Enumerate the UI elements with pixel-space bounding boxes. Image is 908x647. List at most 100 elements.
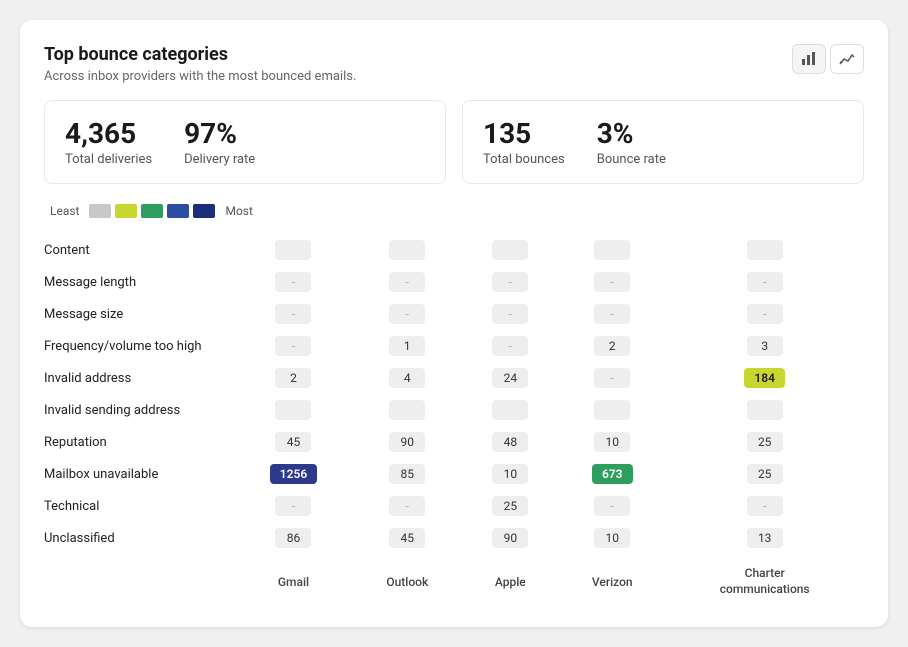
cell: 13 <box>747 528 783 548</box>
row-label: Unclassified <box>44 522 234 554</box>
cell: 86 <box>275 528 311 548</box>
table-row: Invalid sending address <box>44 394 864 426</box>
cell: - <box>594 304 630 324</box>
cell: 1 <box>389 336 425 356</box>
cell: - <box>492 336 528 356</box>
cell: - <box>594 272 630 292</box>
col-header-verizon: Verizon <box>559 554 665 603</box>
card-header: Top bounce categories Across inbox provi… <box>44 44 864 84</box>
cell: - <box>492 304 528 324</box>
cell: - <box>275 304 311 324</box>
bounce-rate-stat: 3% Bounce rate <box>597 117 666 167</box>
legend-box-3 <box>141 204 163 218</box>
bar-chart-button[interactable] <box>792 44 826 74</box>
header-right <box>792 44 864 74</box>
stats-row: 4,365 Total deliveries 97% Delivery rate… <box>44 100 864 184</box>
bounce-rate-label: Bounce rate <box>597 152 666 167</box>
total-deliveries-value: 4,365 <box>65 117 152 150</box>
total-bounces-label: Total bounces <box>483 152 565 167</box>
cell <box>389 240 425 260</box>
most-label: Most <box>225 204 252 218</box>
table-row: Message size - - - - - <box>44 298 864 330</box>
bounce-stats-box: 135 Total bounces 3% Bounce rate <box>462 100 864 184</box>
cell: - <box>594 368 630 388</box>
row-label: Content <box>44 234 234 266</box>
cell: - <box>492 272 528 292</box>
total-bounces-stat: 135 Total bounces <box>483 117 565 167</box>
cell <box>594 240 630 260</box>
legend: Least Most <box>44 204 864 218</box>
cell: 10 <box>594 528 630 548</box>
cell: - <box>389 272 425 292</box>
data-table-container: Content Message length - - - - - <box>44 234 864 603</box>
row-label: Mailbox unavailable <box>44 458 234 490</box>
row-label: Invalid address <box>44 362 234 394</box>
cell: 45 <box>275 432 311 452</box>
cell <box>492 400 528 420</box>
cell <box>389 400 425 420</box>
cell-highlighted-dark-blue: 1256 <box>270 464 317 484</box>
card-subtitle: Across inbox providers with the most bou… <box>44 69 356 84</box>
line-chart-button[interactable] <box>830 44 864 74</box>
delivery-stats-box: 4,365 Total deliveries 97% Delivery rate <box>44 100 446 184</box>
cell: 25 <box>747 464 783 484</box>
cell <box>747 240 783 260</box>
row-label: Message size <box>44 298 234 330</box>
total-deliveries-stat: 4,365 Total deliveries <box>65 117 152 167</box>
delivery-rate-label: Delivery rate <box>184 152 255 167</box>
cell <box>275 400 311 420</box>
empty-footer-cell <box>44 554 234 603</box>
cell: 4 <box>389 368 425 388</box>
total-bounces-value: 135 <box>483 117 565 150</box>
cell-highlighted-yellow: 184 <box>744 368 785 388</box>
cell: - <box>747 496 783 516</box>
cell: 2 <box>275 368 311 388</box>
col-header-gmail: Gmail <box>234 554 353 603</box>
col-header-apple: Apple <box>462 554 560 603</box>
cell: 10 <box>492 464 528 484</box>
table-row: Message length - - - - - <box>44 266 864 298</box>
bounce-table: Content Message length - - - - - <box>44 234 864 603</box>
row-label: Invalid sending address <box>44 394 234 426</box>
cell: - <box>275 272 311 292</box>
row-label: Message length <box>44 266 234 298</box>
row-label: Technical <box>44 490 234 522</box>
bounce-rate-value: 3% <box>597 117 666 150</box>
cell: 48 <box>492 432 528 452</box>
cell-highlighted-green: 673 <box>592 464 633 484</box>
cell <box>594 400 630 420</box>
card-title: Top bounce categories <box>44 44 356 65</box>
cell: 2 <box>594 336 630 356</box>
delivery-rate-stat: 97% Delivery rate <box>184 117 255 167</box>
table-row: Frequency/volume too high - 1 - 2 3 <box>44 330 864 362</box>
bar-chart-icon <box>801 51 817 67</box>
col-header-outlook: Outlook <box>353 554 462 603</box>
column-headers-row: Gmail Outlook Apple Verizon Chartercommu… <box>44 554 864 603</box>
legend-box-4 <box>167 204 189 218</box>
col-header-charter: Chartercommunications <box>665 554 864 603</box>
cell <box>492 240 528 260</box>
cell: 3 <box>747 336 783 356</box>
row-label: Reputation <box>44 426 234 458</box>
total-deliveries-label: Total deliveries <box>65 152 152 167</box>
header-left: Top bounce categories Across inbox provi… <box>44 44 356 84</box>
cell: 24 <box>492 368 528 388</box>
table-row: Mailbox unavailable 1256 85 10 673 25 <box>44 458 864 490</box>
delivery-rate-value: 97% <box>184 117 255 150</box>
table-row: Content <box>44 234 864 266</box>
table-row: Reputation 45 90 48 10 25 <box>44 426 864 458</box>
cell: 90 <box>389 432 425 452</box>
cell: - <box>389 304 425 324</box>
legend-box-2 <box>115 204 137 218</box>
cell: - <box>747 272 783 292</box>
legend-box-5 <box>193 204 215 218</box>
cell: - <box>747 304 783 324</box>
table-row: Technical - - 25 - - <box>44 490 864 522</box>
cell: - <box>275 336 311 356</box>
table-row: Invalid address 2 4 24 - 184 <box>44 362 864 394</box>
cell <box>275 240 311 260</box>
legend-box-1 <box>89 204 111 218</box>
cell: 10 <box>594 432 630 452</box>
cell: - <box>594 496 630 516</box>
cell: 85 <box>389 464 425 484</box>
